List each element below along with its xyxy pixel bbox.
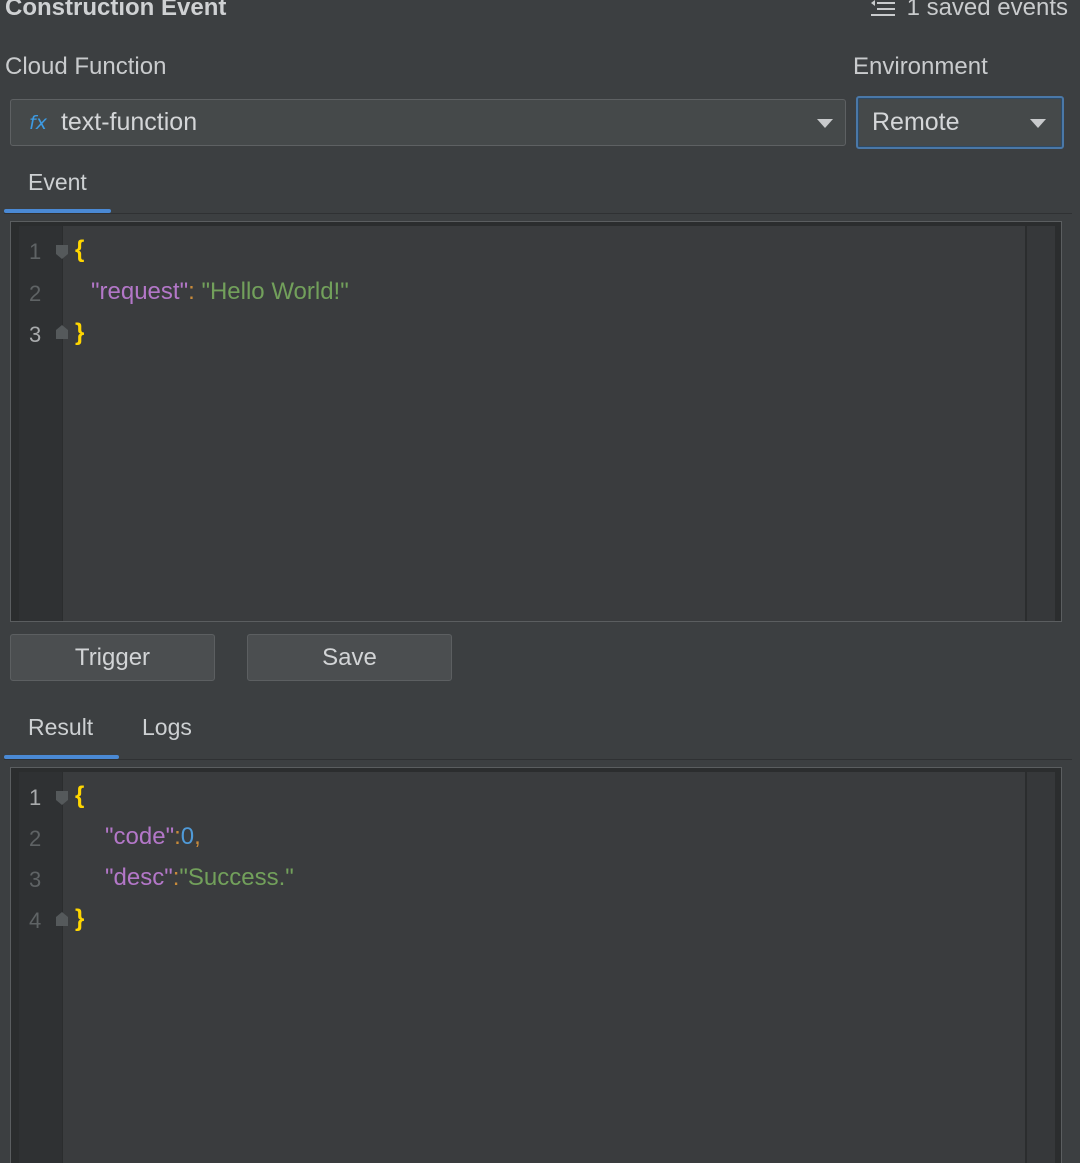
line-number: 2 [29, 826, 42, 851]
json-colon: : [174, 823, 181, 850]
tab-divider [4, 213, 1072, 214]
fold-marker-icon[interactable] [55, 244, 69, 260]
code-line: "desc":"Success." [105, 864, 294, 892]
tab-result[interactable]: Result [28, 714, 93, 741]
line-number: 2 [29, 281, 42, 306]
saved-events-link[interactable]: 1 saved events [869, 0, 1068, 22]
code-open-brace: { [75, 236, 85, 263]
environment-select[interactable]: Remote [856, 96, 1064, 149]
chevron-down-icon [817, 119, 833, 128]
json-comma: , [194, 823, 201, 850]
json-value: "Hello World!" [201, 278, 349, 305]
tab-event[interactable]: Event [28, 169, 87, 196]
code-line: "request": "Hello World!" [91, 278, 349, 306]
json-key: "desc" [105, 864, 173, 891]
code-line: "code":0, [105, 823, 201, 851]
cloud-function-label: Cloud Function [5, 53, 167, 80]
code-close-brace: } [75, 319, 85, 346]
environment-label: Environment [853, 53, 988, 80]
line-number: 3 [29, 867, 42, 892]
saved-events-label: 1 saved events [906, 0, 1068, 21]
json-key: "code" [105, 823, 175, 850]
event-editor[interactable]: 1 2 3 { "request": "Hello World!" } [10, 221, 1062, 622]
result-editor[interactable]: 1 2 3 4 { "code":0, "desc":"Success." } [10, 767, 1062, 1163]
tab-divider [4, 759, 1072, 760]
environment-value: Remote [872, 108, 960, 136]
line-number: 3 [29, 322, 42, 347]
json-value: 0 [180, 823, 195, 850]
fold-marker-icon[interactable] [55, 324, 69, 340]
code-close-brace: } [75, 905, 85, 932]
json-key: "request" [91, 278, 189, 305]
cloud-function-value: text-function [60, 108, 198, 136]
json-colon: : [188, 278, 202, 305]
line-number: 4 [29, 908, 42, 933]
list-outdent-icon [870, 0, 895, 16]
line-number: 1 [29, 785, 42, 810]
chevron-down-icon [1030, 119, 1046, 128]
tab-logs[interactable]: Logs [142, 714, 192, 741]
fold-marker-icon[interactable] [55, 790, 69, 806]
save-button[interactable]: Save [247, 634, 452, 681]
fold-marker-icon[interactable] [55, 911, 69, 927]
json-value: "Success." [179, 864, 294, 891]
editor-scrollbar[interactable] [1027, 226, 1055, 621]
function-icon: fx [29, 111, 47, 134]
code-open-brace: { [75, 782, 85, 809]
line-number: 1 [29, 239, 42, 264]
trigger-button[interactable]: Trigger [10, 634, 215, 681]
cloud-function-select[interactable]: fx text-function [10, 99, 846, 146]
editor-scrollbar[interactable] [1027, 772, 1055, 1163]
page-title: Construction Event [5, 0, 227, 21]
